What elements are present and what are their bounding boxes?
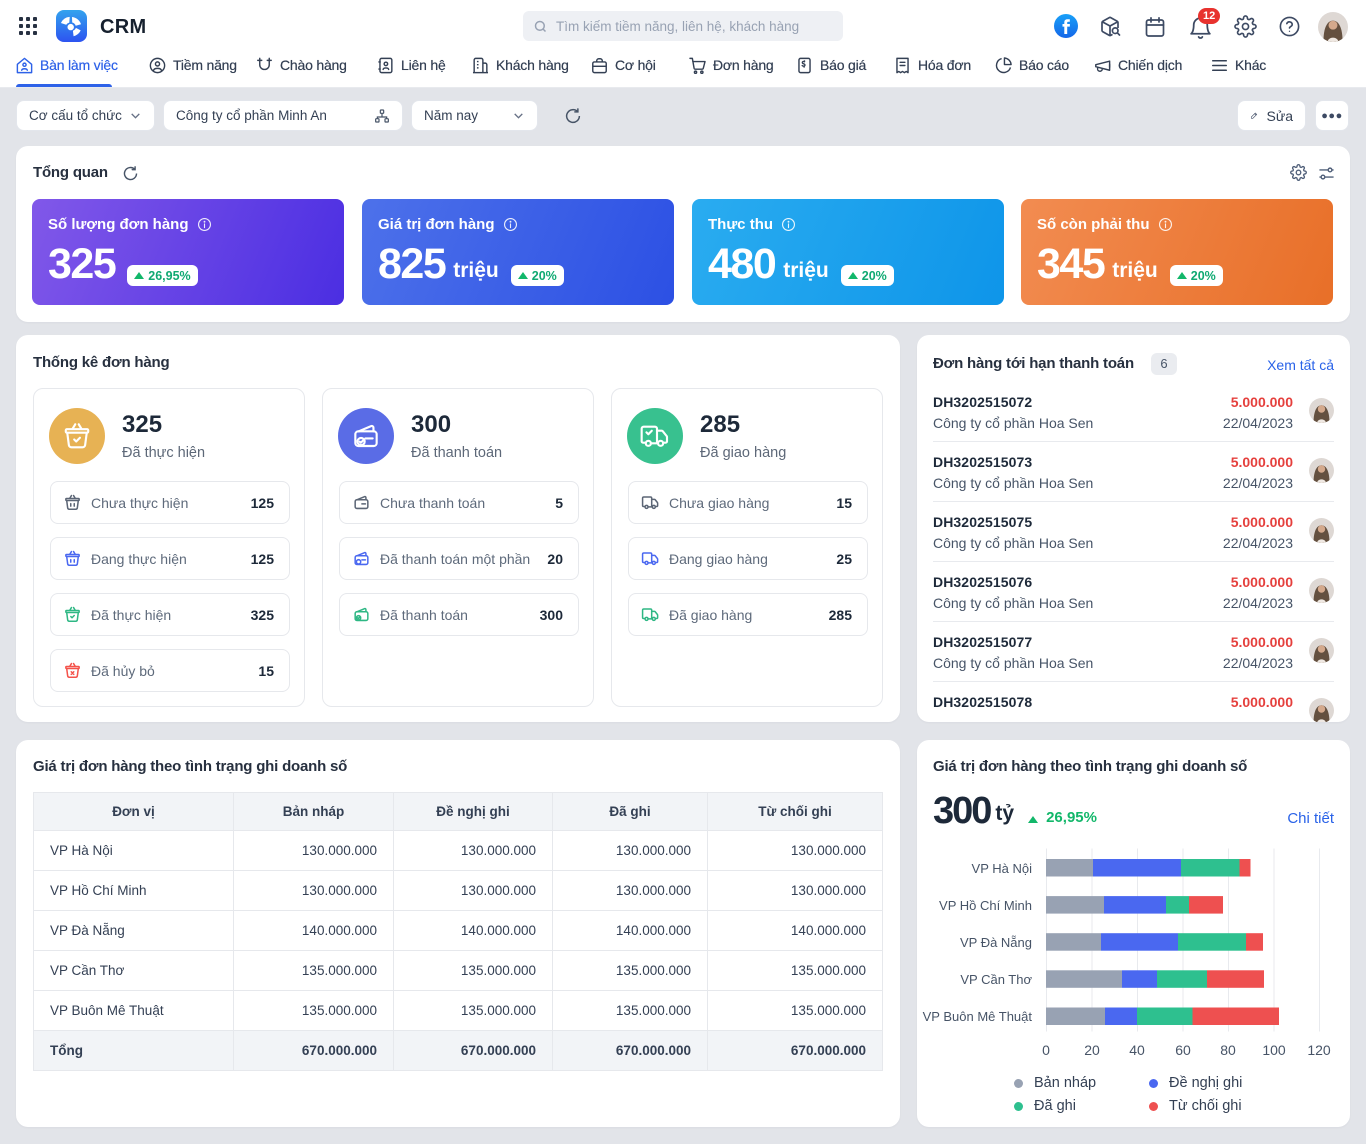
svg-text:VP Cần Thơ: VP Cần Thơ — [960, 972, 1032, 987]
svg-text:0: 0 — [1042, 1042, 1050, 1058]
svg-text:40: 40 — [1129, 1042, 1145, 1058]
svg-text:120: 120 — [1307, 1042, 1331, 1058]
svg-text:100: 100 — [1262, 1042, 1286, 1058]
svg-text:60: 60 — [1175, 1042, 1191, 1058]
svg-text:20: 20 — [1084, 1042, 1100, 1058]
svg-text:80: 80 — [1220, 1042, 1236, 1058]
svg-text:VP Buôn Mê Thuật: VP Buôn Mê Thuật — [923, 1009, 1033, 1024]
svg-text:VP Đà Nẵng: VP Đà Nẵng — [960, 935, 1032, 950]
svg-text:VP Hồ Chí Minh: VP Hồ Chí Minh — [939, 898, 1032, 913]
svg-text:VP Hà Nội: VP Hà Nội — [972, 861, 1033, 876]
